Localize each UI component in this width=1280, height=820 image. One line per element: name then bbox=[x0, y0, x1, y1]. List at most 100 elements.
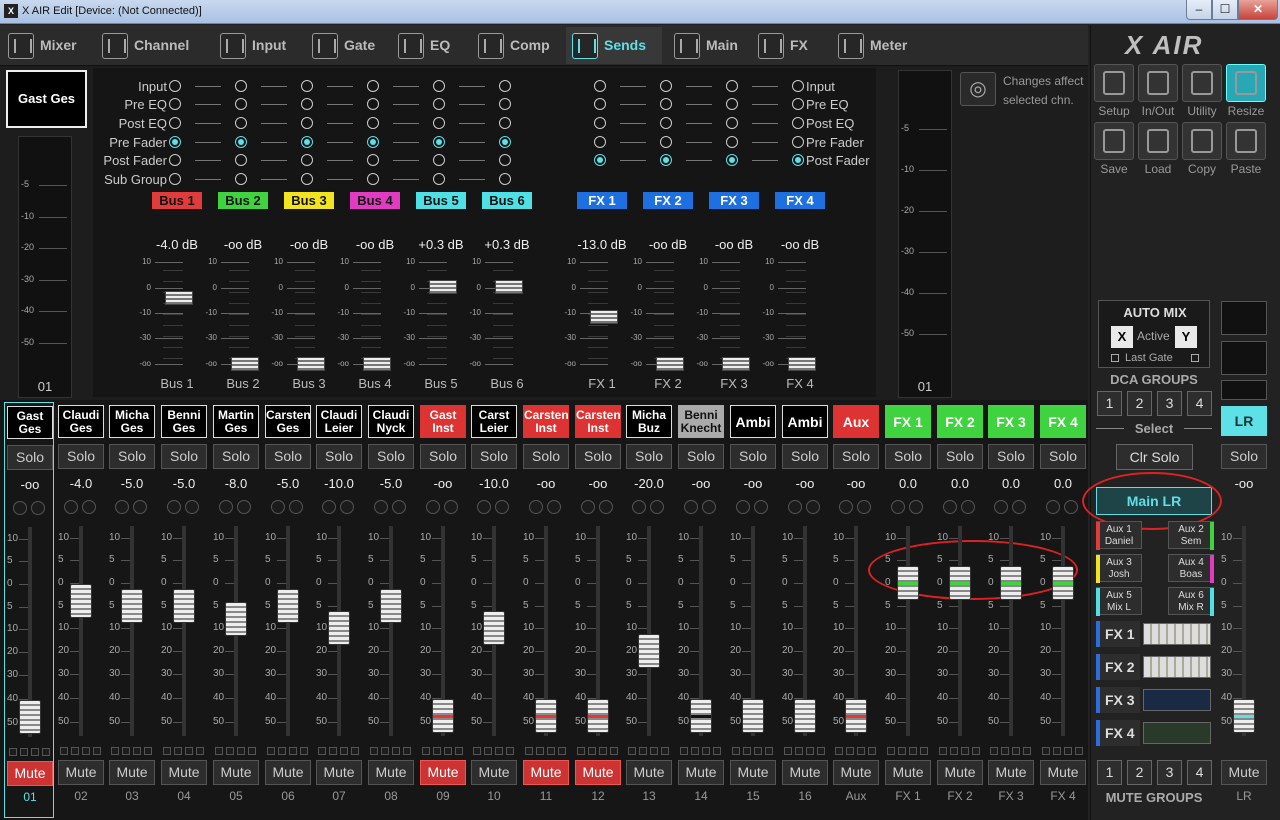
channel-fader[interactable] bbox=[328, 611, 350, 645]
channel-fader[interactable] bbox=[638, 634, 660, 668]
tab-eq[interactable]: EQ bbox=[392, 27, 466, 64]
bus-tap-radio[interactable] bbox=[433, 117, 445, 129]
fx-tap-radio[interactable] bbox=[726, 136, 738, 148]
bus-tap-radio[interactable] bbox=[367, 117, 379, 129]
channel-fader[interactable] bbox=[121, 589, 143, 623]
tab-main[interactable]: Main bbox=[668, 27, 746, 64]
mute-group-button-1[interactable]: 1 bbox=[1097, 760, 1122, 785]
solo-button[interactable]: Solo bbox=[782, 444, 828, 469]
tab-channel[interactable]: Channel bbox=[96, 27, 208, 64]
bus-tap-radio[interactable] bbox=[499, 98, 511, 110]
fx-tap-radio[interactable] bbox=[726, 80, 738, 92]
bus-send-fader[interactable] bbox=[165, 291, 193, 305]
solo-button[interactable]: Solo bbox=[575, 444, 621, 469]
channel-name[interactable]: Benni Ges bbox=[161, 405, 207, 438]
lr-fader[interactable] bbox=[1233, 699, 1255, 733]
fx-tap-radio[interactable] bbox=[660, 117, 672, 129]
lr-solo-button[interactable]: Solo bbox=[1221, 444, 1267, 469]
channel-name[interactable]: Aux bbox=[833, 405, 879, 438]
dca-group-button-2[interactable]: 2 bbox=[1127, 391, 1152, 416]
bus-tap-radio[interactable] bbox=[499, 154, 511, 166]
bus-send-fader[interactable] bbox=[495, 280, 523, 295]
bus-send-fader[interactable] bbox=[297, 357, 325, 371]
solo-button[interactable]: Solo bbox=[58, 444, 104, 469]
solo-button[interactable]: Solo bbox=[265, 444, 311, 469]
bus-tap-radio[interactable] bbox=[433, 154, 445, 166]
mute-button[interactable]: Mute bbox=[626, 760, 672, 785]
fx-tap-radio[interactable] bbox=[726, 154, 738, 166]
bus-tap-radio[interactable] bbox=[301, 98, 313, 110]
fx-tap-radio[interactable] bbox=[594, 136, 606, 148]
bus-tap-radio[interactable] bbox=[367, 173, 379, 185]
channel-name[interactable]: FX 4 bbox=[1040, 405, 1086, 438]
fx-tap-radio[interactable] bbox=[594, 117, 606, 129]
tab-fx[interactable]: FX bbox=[752, 27, 826, 64]
tab-input[interactable]: Input bbox=[214, 27, 300, 64]
solo-button[interactable]: Solo bbox=[420, 444, 466, 469]
bus-badge-2[interactable]: Bus 2 bbox=[218, 192, 268, 209]
channel-name[interactable]: Carsten Ges bbox=[265, 405, 311, 438]
solo-button[interactable]: Solo bbox=[316, 444, 362, 469]
channel-name[interactable]: Ambi bbox=[730, 405, 776, 438]
channel-name[interactable]: Claudi Nyck bbox=[368, 405, 414, 438]
dca-group-button-4[interactable]: 4 bbox=[1187, 391, 1212, 416]
aux-select-button-6[interactable]: Aux 6 Mix R bbox=[1168, 587, 1214, 616]
tool-paste[interactable] bbox=[1226, 122, 1266, 160]
fx-tap-radio[interactable] bbox=[594, 98, 606, 110]
tab-comp[interactable]: Comp bbox=[472, 27, 560, 64]
channel-name[interactable]: Carsten Inst bbox=[575, 405, 621, 438]
tool-in-out[interactable] bbox=[1138, 64, 1178, 102]
bus-tap-radio[interactable] bbox=[301, 117, 313, 129]
mute-button[interactable]: Mute bbox=[265, 760, 311, 785]
bus-tap-radio[interactable] bbox=[169, 80, 181, 92]
channel-name[interactable]: Gast Inst bbox=[420, 405, 466, 438]
channel-name[interactable]: Micha Buz bbox=[626, 405, 672, 438]
automix-x-button[interactable]: X bbox=[1111, 326, 1133, 348]
bus-tap-radio[interactable] bbox=[433, 80, 445, 92]
channel-name[interactable]: Carsten Inst bbox=[523, 405, 569, 438]
tool-save[interactable] bbox=[1094, 122, 1134, 160]
fx-select-button-2[interactable]: FX 2 bbox=[1096, 654, 1140, 680]
clear-solo-button[interactable]: Clr Solo bbox=[1116, 444, 1193, 470]
tool-resize[interactable] bbox=[1226, 64, 1266, 102]
maximize-button[interactable]: ☐ bbox=[1212, 0, 1238, 20]
tool-copy[interactable] bbox=[1182, 122, 1222, 160]
channel-name[interactable]: Martin Ges bbox=[213, 405, 259, 438]
bus-tap-radio[interactable] bbox=[169, 173, 181, 185]
bus-send-fader[interactable] bbox=[231, 357, 259, 371]
fx-tap-radio[interactable] bbox=[660, 154, 672, 166]
bus-tap-radio[interactable] bbox=[169, 154, 181, 166]
fx-tap-radio[interactable] bbox=[792, 136, 804, 148]
solo-button[interactable]: Solo bbox=[109, 444, 155, 469]
bus-tap-radio[interactable] bbox=[499, 80, 511, 92]
dca-group-button-1[interactable]: 1 bbox=[1097, 391, 1122, 416]
lr-mute-button[interactable]: Mute bbox=[1221, 760, 1267, 785]
mute-button[interactable]: Mute bbox=[833, 760, 879, 785]
mute-button[interactable]: Mute bbox=[368, 760, 414, 785]
solo-button[interactable]: Solo bbox=[161, 444, 207, 469]
bus-tap-radio[interactable] bbox=[235, 98, 247, 110]
fx-tap-radio[interactable] bbox=[594, 154, 606, 166]
fx-badge-2[interactable]: FX 2 bbox=[643, 192, 693, 209]
mute-button[interactable]: Mute bbox=[782, 760, 828, 785]
mute-button[interactable]: Mute bbox=[316, 760, 362, 785]
selected-channel-name[interactable]: Gast Ges bbox=[6, 70, 87, 128]
fx-tap-radio[interactable] bbox=[660, 136, 672, 148]
bus-tap-radio[interactable] bbox=[367, 154, 379, 166]
channel-name[interactable]: FX 2 bbox=[937, 405, 983, 438]
aux-select-button-3[interactable]: Aux 3 Josh bbox=[1096, 554, 1142, 583]
fx-select-button-4[interactable]: FX 4 bbox=[1096, 720, 1140, 746]
channel-name[interactable]: FX 1 bbox=[885, 405, 931, 438]
channel-fader[interactable] bbox=[794, 699, 816, 733]
fx-send-fader[interactable] bbox=[656, 357, 684, 371]
channel-fader[interactable] bbox=[1052, 566, 1074, 600]
channel-name[interactable]: Micha Ges bbox=[109, 405, 155, 438]
solo-button[interactable]: Solo bbox=[626, 444, 672, 469]
fx-send-fader[interactable] bbox=[788, 357, 816, 371]
globe-icon[interactable]: ◎ bbox=[960, 72, 996, 106]
fx-tap-radio[interactable] bbox=[594, 80, 606, 92]
fx-badge-3[interactable]: FX 3 bbox=[709, 192, 759, 209]
mute-button[interactable]: Mute bbox=[161, 760, 207, 785]
bus-badge-5[interactable]: Bus 5 bbox=[416, 192, 466, 209]
solo-button[interactable]: Solo bbox=[937, 444, 983, 469]
